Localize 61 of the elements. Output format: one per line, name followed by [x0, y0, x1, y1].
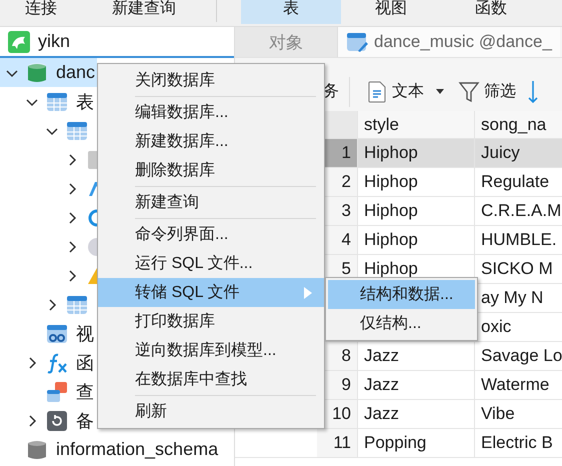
toolbar-button[interactable]: 务	[323, 81, 339, 102]
table-cell: Juicy	[481, 143, 520, 163]
object-tab[interactable]: 视图	[341, 0, 441, 24]
dolphin-icon	[8, 30, 30, 52]
table-cell: Popping	[364, 433, 426, 453]
menu-item[interactable]: 关闭数据库	[98, 66, 324, 95]
column-header[interactable]: style	[364, 114, 399, 134]
object-tab[interactable]: 函数	[441, 0, 541, 24]
table-cell: ay My N	[481, 288, 544, 308]
backup-icon	[46, 410, 68, 432]
table-cell: Regulate	[481, 172, 550, 192]
menu-item[interactable]: 转储 SQL 文件	[98, 278, 324, 307]
table-cell: SICKO M	[481, 259, 553, 279]
table-row[interactable]: 11 Popping Electric B	[235, 429, 562, 458]
menu-item[interactable]: 仅结构...	[328, 309, 475, 338]
table-cell: Hiphop	[364, 172, 418, 192]
tab[interactable]: dance_music @dance_	[338, 27, 560, 57]
block-icon	[86, 148, 97, 170]
row-number: 11	[317, 429, 357, 457]
filter-icon	[458, 80, 480, 102]
document-icon	[366, 80, 388, 102]
menu-item[interactable]: 编辑数据库...	[98, 98, 324, 127]
table-edit-icon	[346, 31, 368, 53]
tree-item[interactable]: 函	[0, 348, 97, 377]
tree-item[interactable]: 备	[0, 406, 97, 435]
submenu-arrow-icon	[304, 286, 312, 298]
table-cell: Electric B	[481, 433, 553, 453]
table-icon	[66, 120, 88, 142]
filter-button[interactable]: 筛选	[458, 80, 516, 102]
table-cell: oxic	[481, 317, 512, 337]
table-icon	[66, 294, 88, 316]
toolbar-button[interactable]: 连接	[25, 0, 57, 18]
table-cell: Jazz	[364, 375, 399, 395]
table-icon	[46, 90, 68, 112]
table-cell: Hiphop	[364, 201, 418, 221]
tree-item[interactable]: 查	[0, 377, 97, 406]
caret-icon	[436, 89, 444, 94]
tree-item[interactable]: 表	[0, 87, 97, 116]
column-header[interactable]: song_na	[481, 114, 546, 134]
view-icon	[46, 322, 68, 344]
menu-item[interactable]: 打印数据库	[98, 307, 324, 336]
object-tab[interactable]: 表	[241, 0, 341, 24]
table-cell: Savage Lo	[481, 346, 562, 366]
table-cell: Jazz	[364, 404, 399, 424]
function-icon	[46, 352, 68, 374]
tree-item[interactable]: 视	[0, 319, 97, 348]
table-cell: Hiphop	[364, 230, 418, 250]
table-cell: Vibe	[481, 404, 515, 424]
tree-item[interactable]: danc	[0, 58, 97, 87]
table-cell: Jazz	[364, 346, 399, 366]
table-cell: Waterme	[481, 375, 550, 395]
tree-item[interactable]: information_schema	[0, 435, 218, 464]
table-cell: HUMBLE.	[481, 230, 557, 250]
table-cell: Hiphop	[364, 143, 418, 163]
table-cell: C.R.E.A.M	[481, 201, 562, 221]
text-format-button[interactable]: 文本	[366, 80, 452, 102]
table-cell: Hiphop	[364, 259, 418, 279]
query-icon	[46, 380, 68, 402]
menu-item[interactable]: 结构和数据...	[328, 280, 475, 309]
loop-icon	[86, 206, 97, 228]
sort-arrow-icon[interactable]	[528, 80, 538, 104]
